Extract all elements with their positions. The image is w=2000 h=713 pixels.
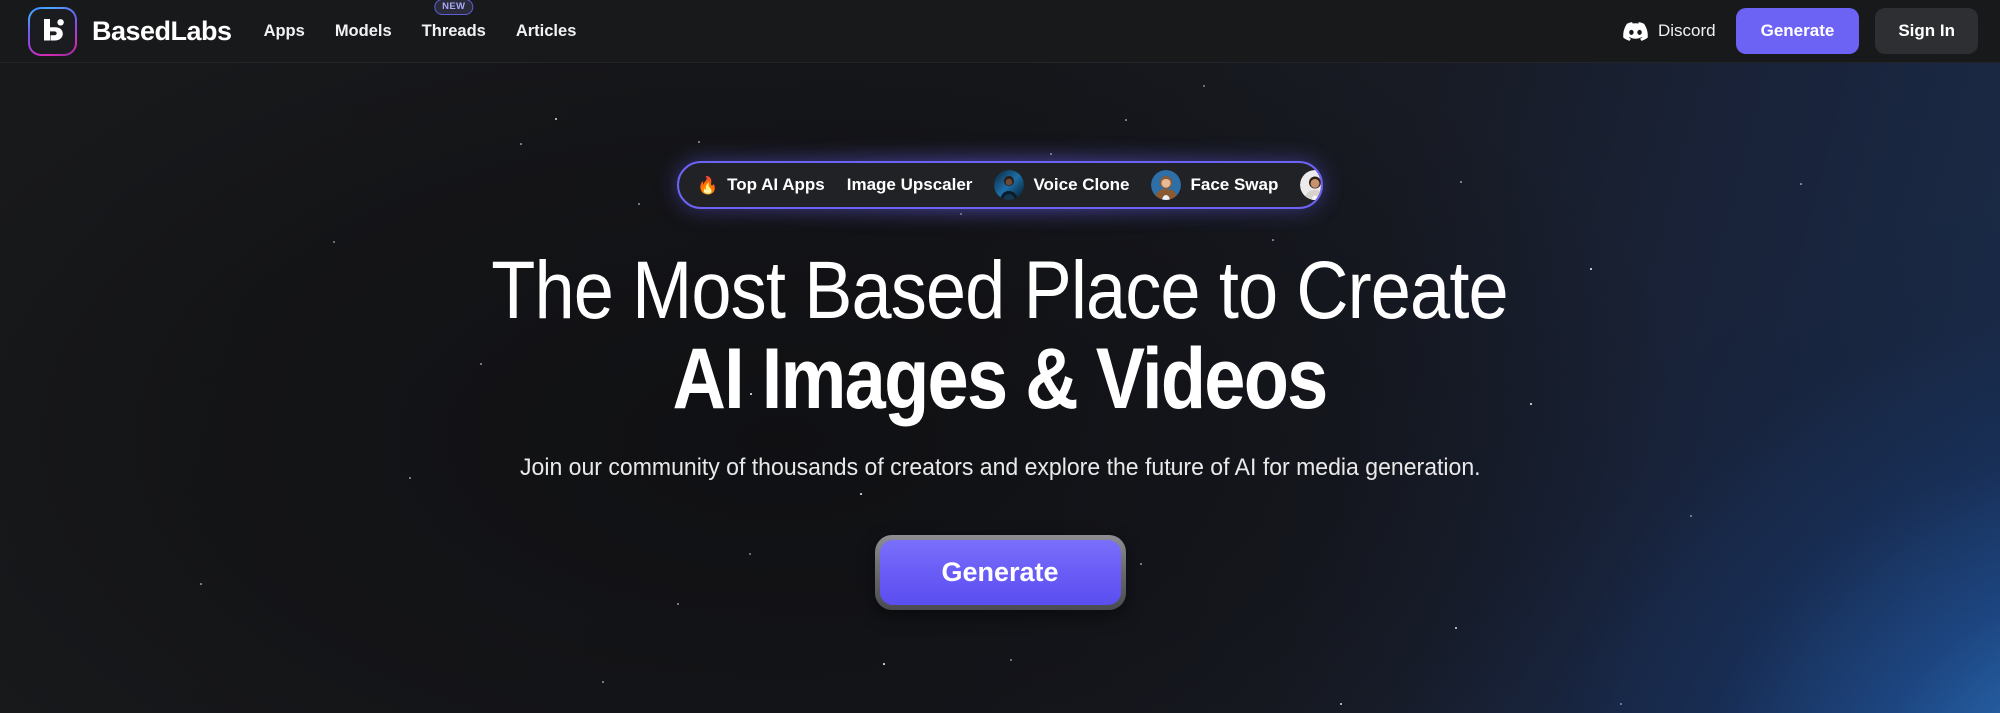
marquee-pill[interactable]: 🔥 Top AI Apps Image Upscaler Voice Clone… bbox=[677, 161, 1323, 209]
marquee-item-top-ai-apps[interactable]: 🔥 Top AI Apps bbox=[697, 175, 825, 195]
nav-link-threads[interactable]: NEW Threads bbox=[420, 0, 488, 45]
nav-link-label: Models bbox=[334, 21, 392, 40]
brand-name: BasedLabs bbox=[92, 15, 232, 46]
marquee-item-voice-clone[interactable]: Voice Clone bbox=[1033, 175, 1129, 195]
discord-icon bbox=[1623, 21, 1648, 41]
avatar-woman-light-bg bbox=[1300, 170, 1321, 200]
nav-link-label: Threads bbox=[421, 21, 486, 40]
nav-links: Apps Models NEW Threads Articles bbox=[262, 0, 579, 45]
marquee-track: 🔥 Top AI Apps Image Upscaler Voice Clone… bbox=[679, 170, 1321, 200]
sign-in-button[interactable]: Sign In bbox=[1875, 8, 1978, 54]
hero-cta-bezel: Generate bbox=[874, 534, 1126, 610]
brand-logo-link[interactable]: BasedLabs bbox=[28, 6, 232, 56]
hero-cta-wrapper: Generate bbox=[874, 534, 1126, 610]
marquee-item-label: Voice Clone bbox=[1033, 175, 1130, 194]
top-navigation-bar: BasedLabs Apps Models NEW Threads Articl… bbox=[0, 0, 2000, 63]
featured-apps-marquee: 🔥 Top AI Apps Image Upscaler Voice Clone… bbox=[663, 149, 1337, 221]
hero-subheading: Join our community of thousands of creat… bbox=[519, 453, 1481, 481]
discord-link[interactable]: Discord bbox=[1619, 15, 1720, 47]
hero-section: 🔥 Top AI Apps Image Upscaler Voice Clone… bbox=[0, 63, 2000, 713]
marquee-item-face-swap[interactable]: Face Swap bbox=[1190, 175, 1278, 195]
basedlabs-b-logo-icon bbox=[28, 6, 77, 56]
nav-link-label: Apps bbox=[263, 21, 305, 40]
discord-label: Discord bbox=[1658, 21, 1716, 40]
marquee-item-label: Top AI Apps bbox=[727, 175, 825, 194]
landing-page: BasedLabs Apps Models NEW Threads Articl… bbox=[0, 0, 2000, 713]
nav-link-models[interactable]: Models bbox=[333, 18, 394, 45]
page-title: The Most Based Place to Create AI Images… bbox=[422, 245, 1577, 428]
nav-actions: Discord Generate Sign In bbox=[1619, 8, 1978, 54]
marquee-item-image-upscaler[interactable]: Image Upscaler bbox=[847, 175, 973, 195]
nav-link-articles[interactable]: Articles bbox=[514, 18, 579, 45]
marquee-item-label: Image Upscaler bbox=[846, 175, 973, 194]
avatar-blue-portrait bbox=[994, 170, 1025, 200]
headline-line-2: AI Images & Videos bbox=[672, 331, 1329, 428]
fire-icon: 🔥 bbox=[697, 175, 719, 195]
hero-generate-button[interactable]: Generate bbox=[879, 539, 1121, 605]
nav-link-label: Articles bbox=[515, 21, 577, 40]
headline-line-1: The Most Based Place to Create bbox=[491, 245, 1509, 336]
marquee-item-label: Face Swap bbox=[1190, 175, 1279, 194]
nav-link-apps[interactable]: Apps bbox=[262, 18, 307, 45]
avatar-woman-brown-hair bbox=[1151, 170, 1182, 200]
nav-generate-button[interactable]: Generate bbox=[1735, 8, 1860, 54]
new-badge: NEW bbox=[434, 0, 474, 15]
